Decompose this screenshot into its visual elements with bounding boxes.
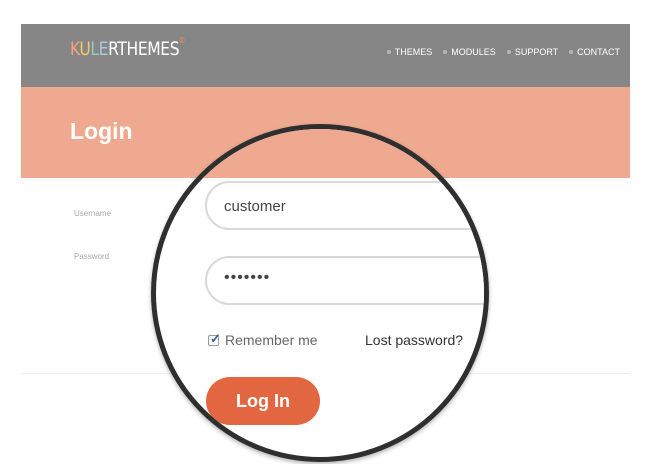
login-button[interactable]: Log In [206, 377, 320, 425]
main-nav: THEMES MODULES SUPPORT CONTACT [386, 47, 620, 57]
title-banner-magnified [156, 129, 484, 178]
registered-mark: ® [178, 36, 186, 45]
check-icon: ✓ [210, 330, 221, 346]
nav-item-modules[interactable]: MODULES [443, 47, 496, 57]
username-label: Username [74, 209, 111, 218]
page-title: Login [70, 118, 133, 144]
remember-me-label: Remember me [225, 332, 318, 348]
nav-item-contact[interactable]: CONTACT [569, 47, 620, 57]
lost-password-link[interactable]: Lost password? [365, 332, 463, 348]
site-logo[interactable]: KULERTHEMES ® [70, 36, 185, 60]
nav-item-label: MODULES [451, 47, 496, 57]
bullet-icon [569, 50, 574, 54]
username-input[interactable]: customer [205, 181, 484, 230]
password-label: Password [74, 252, 110, 261]
nav-item-label: SUPPORT [514, 47, 559, 57]
password-value: ••••••• [224, 269, 271, 286]
nav-item-themes[interactable]: THEMES [386, 47, 433, 57]
nav-item-support[interactable]: SUPPORT [506, 47, 559, 57]
remember-me-checkbox[interactable]: ✓ Remember me [208, 331, 318, 348]
magnifier-lens: customer ••••••• ✓ Remember me Lost pass… [151, 124, 489, 462]
site-header: KULERTHEMES ® THEMES MODULES SUPPORT CON… [21, 24, 630, 87]
checkbox-box[interactable]: ✓ [208, 331, 221, 346]
nav-item-label: THEMES [394, 47, 433, 57]
bullet-icon [443, 50, 448, 54]
password-input[interactable]: ••••••• [205, 256, 484, 305]
bullet-icon [386, 50, 391, 54]
username-value: customer [224, 198, 286, 215]
bullet-icon [506, 50, 511, 54]
nav-item-label: CONTACT [577, 47, 620, 57]
